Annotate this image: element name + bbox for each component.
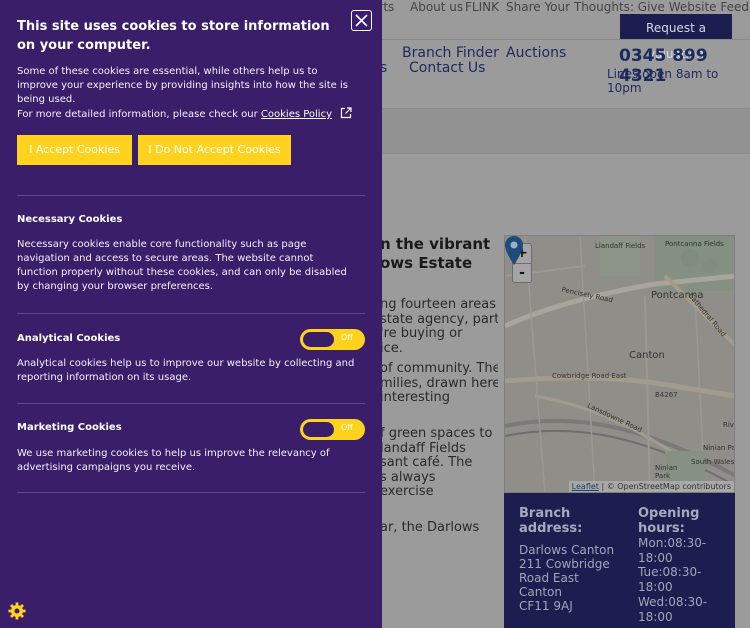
map-label: Ninian Par [703, 444, 734, 452]
hours-line: Mon:08:30- [638, 536, 707, 550]
analytical-cookies-text: Analytical cookies help us to improve ou… [17, 358, 355, 383]
more-info-text: For more detailed information, please ch… [17, 109, 258, 120]
map-label: Pontcanna Fields [665, 240, 724, 248]
nav-auctions[interactable]: Auctions [506, 45, 566, 61]
analytical-cookies-toggle[interactable]: Off [300, 329, 365, 350]
map-label: B4267 [655, 391, 678, 399]
reject-cookies-button[interactable]: I Do Not Accept Cookies [138, 135, 291, 165]
phone-hours: Lines open 8am to 10pm [607, 67, 719, 95]
top-utility-nav: erts About us FLINK Share Your Thoughts:… [370, 0, 750, 14]
hours-line: Wed:08:30- [638, 594, 708, 609]
top-link-about-us[interactable]: About us [410, 0, 463, 14]
intro-paragraph-1: ng fourteen areas state agency, part 're… [380, 298, 498, 356]
divider [17, 403, 365, 404]
opening-hours-heading: Opening hours: [638, 506, 700, 536]
map-label: Llandaff Fields [595, 242, 646, 250]
header-divider [370, 39, 750, 40]
map-label: Riv [723, 421, 734, 429]
intro-paragraph-2: of community. The milies, drawn here int… [380, 362, 498, 406]
map-label: Cowbridge Road East [552, 372, 627, 380]
accept-cookies-button[interactable]: I Accept Cookies [17, 135, 132, 165]
request-valuation-button[interactable]: Request a valuation [620, 14, 732, 61]
cookie-more-info: For more detailed information, please ch… [17, 107, 357, 122]
cookie-title: This site uses cookies to store informat… [17, 19, 330, 53]
divider [17, 195, 365, 196]
cookie-intro: Some of these cookies are essential, whi… [17, 66, 348, 105]
map-label: Ninian Park [655, 464, 678, 480]
toggle-knob [303, 422, 334, 437]
branch-address-heading: Branch address: [519, 506, 583, 536]
toggle-state-label: Off [341, 333, 353, 342]
divider [17, 313, 365, 314]
top-link-flink[interactable]: FLINK [465, 0, 499, 14]
close-icon [355, 14, 368, 27]
branch-info-box: Branch address: Darlows Canton 211 Cowbr… [504, 493, 735, 628]
divider [17, 492, 365, 493]
necessary-cookies-text: Necessary cookies enable core functional… [17, 239, 347, 292]
leaflet-link[interactable]: Leaflet [572, 482, 599, 491]
address-line: Canton [519, 585, 562, 599]
cookie-consent-panel: This site uses cookies to store informat… [0, 0, 382, 628]
intro-heading: n the vibrant ows Estate [380, 235, 491, 272]
nav-branch-finder[interactable]: Branch Finder [402, 45, 499, 61]
top-link-feedback[interactable]: Share Your Thoughts: Give Website Feedba… [506, 0, 750, 14]
intro-paragraph-3: f green spaces to landaff Fields sant ca… [380, 427, 493, 500]
address-line: Road East [519, 571, 579, 585]
hours-line: 18:00 [638, 609, 673, 624]
cookie-settings-icon[interactable] [8, 602, 26, 620]
attribution-text: | © OpenStreetMap contributors [601, 482, 731, 491]
hours-line: 18:00 [638, 550, 673, 565]
map-attribution: Leaflet | © OpenStreetMap contributors [568, 481, 734, 492]
marketing-cookies-toggle[interactable]: Off [300, 419, 365, 440]
analytical-cookies-heading: Analytical Cookies [17, 333, 121, 344]
branch-address: Darlows Canton 211 Cowbridge Road East C… [519, 543, 614, 613]
branch-marker-icon[interactable] [505, 236, 523, 266]
external-link-icon[interactable] [340, 107, 352, 119]
address-line: CF11 9AJ [519, 599, 573, 613]
intro-paragraph-4: ar, the Darlows [380, 521, 480, 535]
toggle-knob [303, 332, 334, 347]
address-line: Darlows Canton [519, 543, 615, 557]
hours-line: 18:00 [638, 580, 673, 595]
hours-line: Tue:08:30- [638, 565, 702, 580]
address-line: 211 Cowbridge [519, 557, 610, 571]
map-label: South Wales [691, 458, 735, 466]
marketing-cookies-heading: Marketing Cookies [17, 422, 122, 433]
cookies-policy-link[interactable]: Cookies Policy [261, 109, 332, 120]
map-tiles [505, 236, 734, 492]
toggle-state-label: Off [341, 423, 353, 432]
necessary-cookies-heading: Necessary Cookies [17, 214, 123, 225]
branch-map[interactable]: + - Llandaff Fields Pontcanna Fields Pen… [504, 235, 735, 493]
nav-contact-us[interactable]: Contact Us [409, 60, 485, 76]
opening-hours: Mon:08:30- 18:00 Tue:08:30- 18:00 Wed:08… [638, 536, 718, 624]
close-button[interactable] [351, 10, 372, 31]
map-label: Canton [629, 350, 665, 361]
marketing-cookies-text: We use marketing cookies to help us impr… [17, 448, 330, 473]
